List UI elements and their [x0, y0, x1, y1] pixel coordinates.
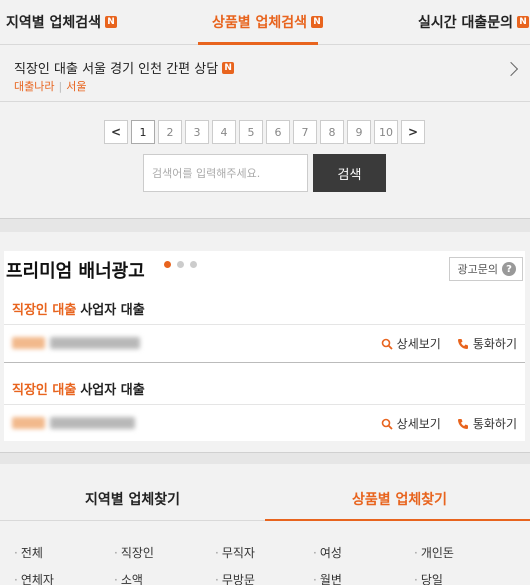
search-bar: 검색	[143, 154, 386, 192]
phone-icon	[457, 418, 468, 429]
premium-banner: 프리미엄 배너광고 광고문의 ? 직장인 대출 사업자 대출 상세보기 통화하기	[4, 251, 525, 441]
ad-heading-rest: 사업자 대출	[80, 383, 145, 398]
call-button[interactable]: 통화하기	[457, 415, 517, 432]
listing-company: 대출나라	[14, 80, 55, 93]
ad-heading: 직장인 대출 사업자 대출	[4, 293, 525, 325]
listing-meta: 대출나라 | 서울	[14, 78, 86, 94]
meta-separator: |	[58, 80, 63, 93]
detail-button[interactable]: 상세보기	[381, 415, 441, 432]
call-button[interactable]: 통화하기	[457, 335, 517, 352]
page-button-7[interactable]: 7	[293, 120, 317, 144]
category-item[interactable]: 연체자	[14, 571, 54, 585]
listing-title-text: 직장인 대출 서울 경기 인천 간편 상담	[14, 62, 219, 77]
carousel-dot-1[interactable]	[164, 261, 171, 268]
category-item[interactable]: 직장인	[114, 544, 154, 561]
page-button-1[interactable]: 1	[131, 120, 155, 144]
pagination: < 1 2 3 4 5 6 7 8 9 10 >	[104, 120, 425, 144]
call-label: 통화하기	[472, 417, 517, 431]
prev-page-button[interactable]: <	[104, 120, 128, 144]
ad-body: 상세보기 통화하기	[4, 325, 525, 363]
next-page-button[interactable]: >	[401, 120, 425, 144]
category-item[interactable]: 여성	[313, 544, 342, 561]
active-tab-indicator	[265, 519, 530, 521]
tab-find-by-product[interactable]: 상품별 업체찾기	[352, 489, 447, 509]
call-label: 통화하기	[472, 337, 517, 351]
section-divider	[0, 218, 530, 232]
premium-ad-item[interactable]: 직장인 대출 사업자 대출 상세보기 통화하기	[4, 293, 525, 363]
new-badge: N	[311, 16, 324, 28]
blurred-company-name	[50, 337, 140, 349]
tab-product-search[interactable]: 상품별 업체검색 N	[212, 12, 324, 32]
category-item[interactable]: 당일	[414, 571, 443, 585]
ad-inquiry-button[interactable]: 광고문의 ?	[448, 257, 523, 281]
tab-find-by-region[interactable]: 지역별 업체찾기	[85, 489, 180, 509]
tab-label: 상품별 업체검색	[212, 15, 308, 31]
question-icon: ?	[502, 262, 516, 276]
ad-heading-rest: 사업자 대출	[80, 303, 145, 318]
top-tab-bar: 지역별 업체검색 N 상품별 업체검색 N 실시간 대출문의 N	[0, 0, 530, 45]
listing-item[interactable]: 직장인 대출 서울 경기 인천 간편 상담 N 대출나라 | 서울	[0, 46, 530, 102]
detail-button[interactable]: 상세보기	[381, 335, 441, 352]
ad-highlight: 직장인 대출	[12, 383, 77, 398]
new-badge: N	[105, 16, 118, 28]
tab-region-search[interactable]: 지역별 업체검색 N	[6, 12, 118, 32]
carousel-dot-2[interactable]	[177, 261, 184, 268]
tab-label: 지역별 업체검색	[6, 15, 102, 31]
ad-highlight: 직장인 대출	[12, 303, 77, 318]
tab-realtime-inquiry[interactable]: 실시간 대출문의 N	[418, 12, 530, 32]
blurred-tag	[12, 337, 45, 349]
search-input[interactable]	[143, 154, 308, 192]
carousel-dot-3[interactable]	[190, 261, 197, 268]
premium-ad-item[interactable]: 직장인 대출 사업자 대출 상세보기 통화하기	[4, 373, 525, 443]
premium-banner-title: 프리미엄 배너광고	[6, 261, 145, 282]
category-item[interactable]: 무방문	[215, 571, 255, 585]
section-divider	[0, 452, 530, 464]
category-item[interactable]: 소액	[114, 571, 143, 585]
category-item[interactable]: 전체	[14, 544, 43, 561]
search-icon	[381, 338, 393, 350]
phone-icon	[457, 338, 468, 349]
blurred-tag	[12, 417, 45, 429]
listing-title: 직장인 대출 서울 경기 인천 간편 상담 N	[14, 58, 235, 77]
page-button-10[interactable]: 10	[374, 120, 398, 144]
ad-inquiry-label: 광고문의	[457, 263, 498, 276]
page-button-4[interactable]: 4	[212, 120, 236, 144]
page-button-6[interactable]: 6	[266, 120, 290, 144]
new-badge: N	[222, 61, 235, 74]
active-tab-indicator	[198, 42, 318, 45]
page-button-3[interactable]: 3	[185, 120, 209, 144]
listing-region: 서울	[66, 80, 87, 93]
ad-body: 상세보기 통화하기	[4, 405, 525, 443]
page-button-9[interactable]: 9	[347, 120, 371, 144]
ad-heading: 직장인 대출 사업자 대출	[4, 373, 525, 405]
blurred-company-name	[50, 417, 135, 429]
ad-actions: 상세보기 통화하기	[381, 415, 517, 432]
detail-label: 상세보기	[396, 417, 441, 431]
page-button-2[interactable]: 2	[158, 120, 182, 144]
category-item[interactable]: 개인돈	[414, 544, 454, 561]
category-item[interactable]: 무직자	[215, 544, 255, 561]
search-icon	[381, 418, 393, 430]
category-tab-bar: 지역별 업체찾기 상품별 업체찾기	[0, 464, 530, 521]
category-item[interactable]: 월변	[313, 571, 342, 585]
ad-actions: 상세보기 통화하기	[381, 335, 517, 352]
page-button-8[interactable]: 8	[320, 120, 344, 144]
page-button-5[interactable]: 5	[239, 120, 263, 144]
new-badge: N	[517, 16, 530, 28]
tab-label: 실시간 대출문의	[418, 15, 514, 31]
chevron-right-icon	[503, 61, 519, 77]
carousel-dots	[164, 261, 197, 268]
search-button[interactable]: 검색	[313, 154, 386, 192]
detail-label: 상세보기	[396, 337, 441, 351]
